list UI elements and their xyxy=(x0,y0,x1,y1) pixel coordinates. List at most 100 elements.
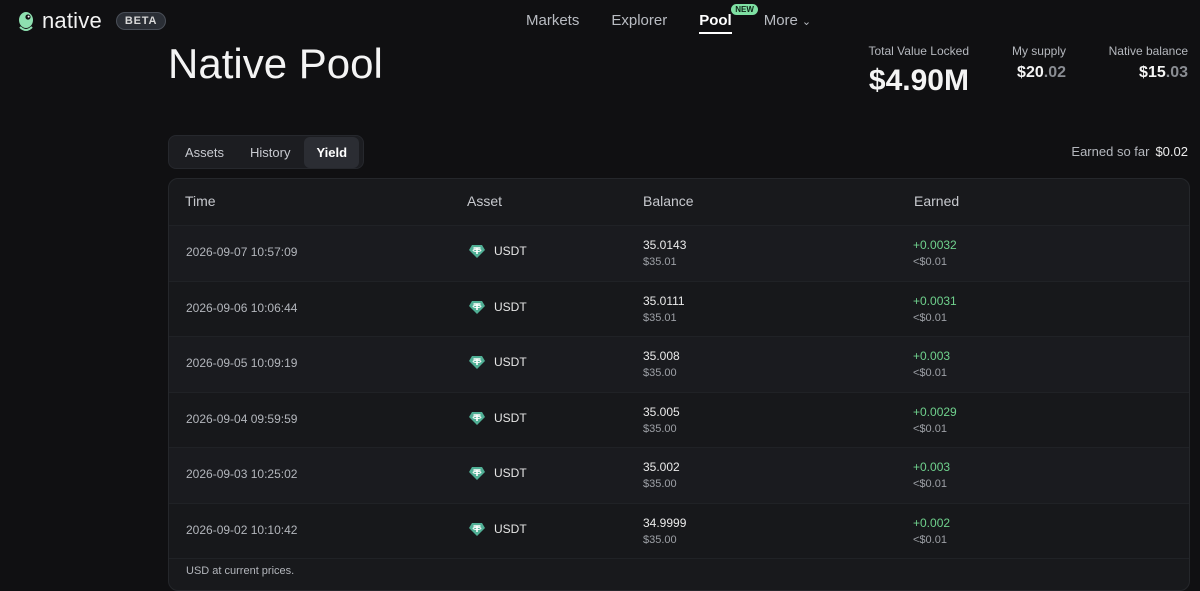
page-title: Native Pool xyxy=(168,40,383,87)
my-supply-value-main: $20 xyxy=(1017,64,1044,81)
row-balance-amount: 35.0143 xyxy=(643,238,687,252)
row-asset-symbol: USDT xyxy=(494,521,527,536)
column-header-asset[interactable]: Asset xyxy=(467,193,502,209)
table-row[interactable]: 2026-09-05 10:09:19 USDT 35.008 $35.00 +… xyxy=(169,337,1189,393)
yield-table: Time Asset Balance Earned 2026-09-07 10:… xyxy=(168,178,1190,591)
row-balance-amount: 35.0111 xyxy=(643,293,685,308)
row-asset-symbol: USDT xyxy=(494,466,527,480)
my-supply-label: My supply xyxy=(1011,44,1066,58)
table-footnote: USD at current prices. xyxy=(186,565,295,577)
row-earned-usd: <$0.01 xyxy=(913,422,947,435)
row-balance: 34.9999 $35.00 xyxy=(643,515,686,549)
row-balance-amount: 35.008 xyxy=(643,349,680,363)
row-balance: 35.008 $35.00 xyxy=(643,348,680,382)
nav-more-label: More xyxy=(763,12,798,29)
row-balance-amount: 34.9999 xyxy=(643,515,687,530)
nav-markets[interactable]: Markets xyxy=(526,6,579,34)
nav-more[interactable]: More ⌄ xyxy=(764,6,811,34)
brand-logo[interactable]: native BETA xyxy=(16,8,167,34)
pool-tabs: Assets History Yield xyxy=(168,135,365,169)
beta-badge: BETA xyxy=(115,12,167,30)
native-balance-value: $15.03 xyxy=(1109,64,1188,82)
usdt-icon xyxy=(469,411,485,425)
row-earned-amount: +0.0032 xyxy=(913,238,957,252)
row-asset-symbol: USDT xyxy=(494,244,527,258)
row-balance-usd: $35.01 xyxy=(643,311,677,324)
row-balance: 35.0143 $35.01 xyxy=(643,237,686,271)
row-balance: 35.002 $35.00 xyxy=(643,459,680,493)
row-earned-usd: <$0.01 xyxy=(913,311,947,324)
row-earned: +0.002 <$0.01 xyxy=(913,515,950,549)
earned-so-far-label: Earned so far xyxy=(1071,144,1150,159)
my-supply-value-decimals: .02 xyxy=(1043,64,1066,81)
row-earned-usd: <$0.01 xyxy=(913,367,947,379)
tab-history[interactable]: History xyxy=(238,137,302,168)
row-asset-symbol: USDT xyxy=(494,355,527,369)
usdt-icon xyxy=(469,245,485,258)
row-earned-amount: +0.0031 xyxy=(913,293,957,308)
row-balance-amount: 35.005 xyxy=(643,404,680,419)
nav-explorer-label: Explorer xyxy=(611,12,668,29)
row-earned-amount: +0.003 xyxy=(913,460,951,474)
column-header-balance[interactable]: Balance xyxy=(643,193,694,209)
main-nav: Markets Explorer Pool NEW More ⌄ xyxy=(510,0,827,40)
row-earned-usd: <$0.01 xyxy=(913,478,947,490)
nav-explorer[interactable]: Explorer xyxy=(611,6,667,34)
usdt-icon xyxy=(469,522,485,536)
row-earned-amount: +0.002 xyxy=(913,515,951,530)
row-earned: +0.0032 <$0.01 xyxy=(913,237,957,271)
chevron-down-icon: ⌄ xyxy=(801,16,812,28)
table-row[interactable]: 2026-09-03 10:25:02 USDT 35.002 $35.00 +… xyxy=(169,448,1189,504)
row-earned-amount: +0.0029 xyxy=(913,404,957,419)
table-row[interactable]: 2026-09-06 10:06:44 USDT 35.0111 $35.01 … xyxy=(169,281,1189,337)
row-asset: USDT xyxy=(468,353,527,371)
row-time: 2026-09-06 10:06:44 xyxy=(186,300,298,315)
row-asset: USDT xyxy=(468,409,527,427)
row-asset: USDT xyxy=(468,464,527,482)
row-earned: +0.0029 <$0.01 xyxy=(913,404,957,438)
row-balance: 35.005 $35.00 xyxy=(643,404,680,438)
my-supply-value: $20.02 xyxy=(1012,64,1066,82)
row-time: 2026-09-03 10:25:02 xyxy=(186,467,298,481)
new-badge: NEW xyxy=(731,4,758,15)
table-row[interactable]: 2026-09-07 10:57:09 USDT 35.0143 $35.01 … xyxy=(169,226,1189,282)
column-header-earned[interactable]: Earned xyxy=(914,193,959,209)
row-balance-usd: $35.00 xyxy=(643,533,677,546)
row-balance-amount: 35.002 xyxy=(643,460,680,474)
table-row[interactable]: 2026-09-02 10:10:42 USDT 34.9999 $35.00 … xyxy=(169,503,1189,559)
row-balance-usd: $35.00 xyxy=(643,367,677,379)
row-time: 2026-09-07 10:57:09 xyxy=(186,245,298,259)
row-earned: +0.0031 <$0.01 xyxy=(913,293,957,327)
table-header: Time Asset Balance Earned xyxy=(169,179,1189,226)
usdt-icon xyxy=(469,356,485,369)
row-earned-usd: <$0.01 xyxy=(913,533,947,546)
row-asset-symbol: USDT xyxy=(494,410,527,425)
tab-yield[interactable]: Yield xyxy=(304,136,360,168)
table-row[interactable]: 2026-09-04 09:59:59 USDT 35.005 $35.00 +… xyxy=(169,392,1189,448)
row-time: 2026-09-04 09:59:59 xyxy=(186,411,298,426)
tvl-value: $4.90M xyxy=(868,64,969,97)
native-balance-value-main: $15 xyxy=(1139,64,1166,81)
row-asset: USDT xyxy=(468,298,527,316)
nav-markets-label: Markets xyxy=(526,12,580,29)
row-earned: +0.003 <$0.01 xyxy=(913,348,950,382)
row-earned: +0.003 <$0.01 xyxy=(913,459,950,493)
earned-so-far: Earned so far $0.02 xyxy=(1071,144,1188,159)
tvl-label: Total Value Locked xyxy=(868,44,969,58)
row-balance-usd: $35.01 xyxy=(643,256,677,268)
row-asset-symbol: USDT xyxy=(494,299,527,314)
table-body: 2026-09-07 10:57:09 USDT 35.0143 $35.01 … xyxy=(169,226,1189,559)
column-header-time[interactable]: Time xyxy=(185,193,216,209)
brand-name: native xyxy=(42,8,102,33)
row-earned-usd: <$0.01 xyxy=(913,256,947,268)
usdt-icon xyxy=(469,300,485,314)
nav-pool-label: Pool xyxy=(699,12,732,29)
nav-pool[interactable]: Pool NEW xyxy=(699,4,758,34)
tab-assets[interactable]: Assets xyxy=(173,137,236,168)
row-time: 2026-09-02 10:10:42 xyxy=(186,522,298,537)
row-asset: USDT xyxy=(468,242,527,260)
my-supply-stat: My supply $20.02 xyxy=(1012,44,1066,82)
native-logo-icon xyxy=(19,12,33,31)
native-balance-stat: Native balance $15.03 xyxy=(1109,44,1188,82)
native-balance-value-decimals: .03 xyxy=(1165,64,1188,81)
